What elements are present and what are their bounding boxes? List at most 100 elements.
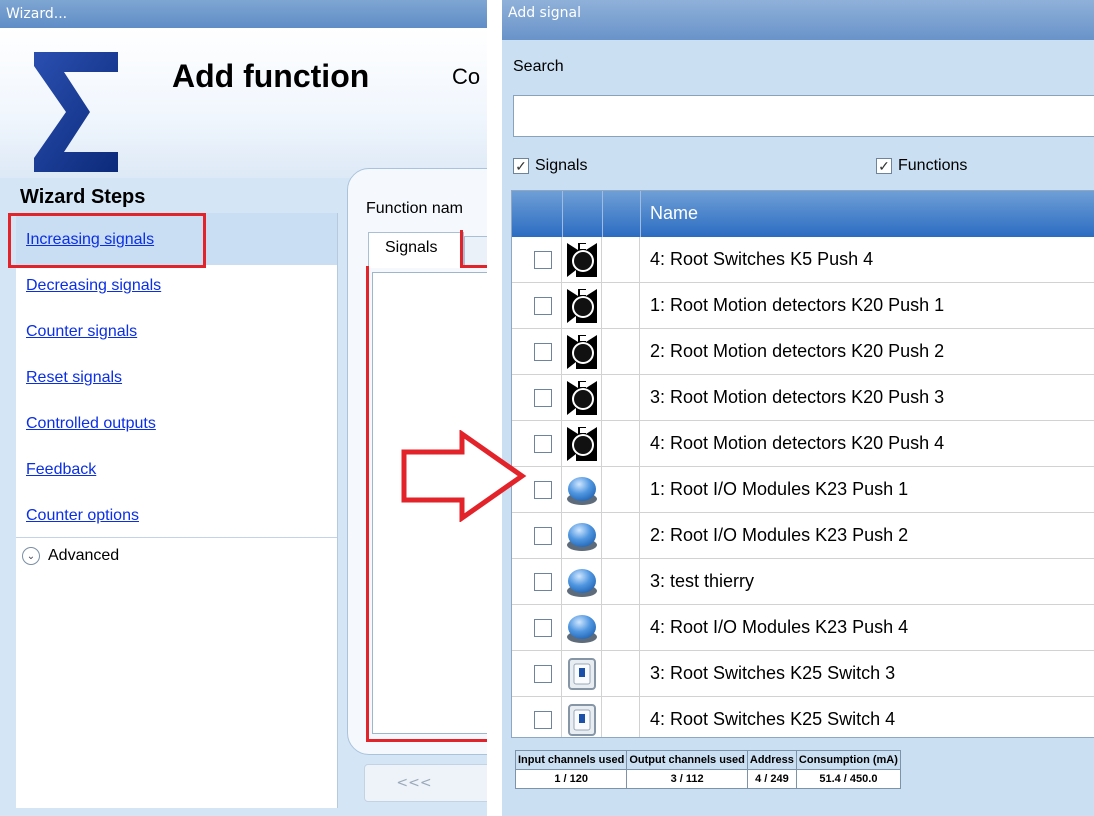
step-feedback[interactable]: Feedback <box>26 461 96 479</box>
row-checkbox[interactable] <box>534 389 552 407</box>
row-empty-cell <box>602 421 640 467</box>
row-name: 2: Root Motion detectors K20 Push 2 <box>650 341 945 361</box>
tab-signals[interactable]: Signals <box>368 232 464 268</box>
row-name: 2: Root I/O Modules K23 Push 2 <box>650 525 909 545</box>
table-row[interactable]: 2: Root I/O Modules K23 Push 2 <box>512 513 1094 559</box>
row-name: 1: Root I/O Modules K23 Push 1 <box>650 479 909 499</box>
wizard-window: Wizard... Add function Co Wizard Steps I… <box>0 0 487 816</box>
status-table: Input channels used Output channels used… <box>514 750 901 789</box>
row-icon-cell <box>562 421 602 467</box>
row-checkbox[interactable] <box>534 435 552 453</box>
wizard-steps-list: Increasing signals Decreasing signals Co… <box>16 213 338 808</box>
row-name: 1: Root Motion detectors K20 Push 1 <box>650 295 945 315</box>
status-header: Address <box>746 750 797 770</box>
status-header: Input channels used <box>514 750 628 770</box>
page-title: Add function <box>172 58 370 94</box>
row-empty-cell <box>602 329 640 375</box>
table-row[interactable]: 3: Root Motion detectors K20 Push 3 <box>512 375 1094 421</box>
row-empty-cell <box>602 697 640 737</box>
table-row[interactable]: 4: Root Switches K25 Switch 4 <box>512 697 1094 737</box>
step-counter-options[interactable]: Counter options <box>26 507 139 525</box>
functions-checkbox[interactable]: ✓ <box>876 158 892 174</box>
wizard-steps-heading: Wizard Steps <box>20 186 146 208</box>
row-select-cell <box>512 329 562 375</box>
highlight-box-step <box>8 213 206 268</box>
annotation-line <box>460 230 463 268</box>
search-input[interactable] <box>513 95 1094 137</box>
table-row[interactable]: 1: Root I/O Modules K23 Push 1 <box>512 467 1094 513</box>
row-checkbox[interactable] <box>534 573 552 591</box>
step-decreasing-signals[interactable]: Decreasing signals <box>26 277 161 295</box>
table-row[interactable]: 3: test thierry <box>512 559 1094 605</box>
row-checkbox[interactable] <box>534 297 552 315</box>
row-select-cell <box>512 237 562 283</box>
tab-secondary[interactable] <box>464 236 487 268</box>
table-row[interactable]: 3: Root Switches K25 Switch 3 <box>512 651 1094 697</box>
status-value: 1 / 120 <box>514 769 628 789</box>
function-name-label: Function nam <box>366 200 463 217</box>
row-checkbox[interactable] <box>534 711 552 729</box>
advanced-expander[interactable]: ⌄ Advanced <box>22 547 119 565</box>
functions-filter-label: Functions <box>898 157 968 174</box>
row-checkbox[interactable] <box>534 619 552 637</box>
row-icon-cell <box>562 329 602 375</box>
step-reset-signals[interactable]: Reset signals <box>26 369 122 387</box>
header-empty-column <box>602 191 641 237</box>
annotation-line <box>366 266 369 742</box>
row-name: 4: Root Motion detectors K20 Push 4 <box>650 433 945 453</box>
row-name: 4: Root I/O Modules K23 Push 4 <box>650 617 909 637</box>
table-row[interactable]: 4: Root Motion detectors K20 Push 4 <box>512 421 1094 467</box>
row-empty-cell <box>602 651 640 697</box>
table-row[interactable]: 4: Root I/O Modules K23 Push 4 <box>512 605 1094 651</box>
row-empty-cell <box>602 605 640 651</box>
row-select-cell <box>512 375 562 421</box>
table-row[interactable]: 4: Root Switches K5 Push 4 <box>512 237 1094 283</box>
row-empty-cell <box>602 559 640 605</box>
add-signal-titlebar: Add signal <box>502 0 1094 40</box>
advanced-label: Advanced <box>48 547 120 564</box>
search-label: Search <box>513 58 564 75</box>
row-select-cell <box>512 559 562 605</box>
row-name: 4: Root Switches K5 Push 4 <box>650 249 874 269</box>
row-icon-cell <box>562 283 602 329</box>
page-subtitle: Co <box>452 64 481 89</box>
row-icon-cell <box>562 651 602 697</box>
row-checkbox[interactable] <box>534 665 552 683</box>
status-value: 3 / 112 <box>626 769 748 789</box>
row-select-cell <box>512 283 562 329</box>
row-select-cell <box>512 605 562 651</box>
row-checkbox[interactable] <box>534 481 552 499</box>
row-checkbox[interactable] <box>534 251 552 269</box>
table-row[interactable]: 2: Root Motion detectors K20 Push 2 <box>512 329 1094 375</box>
row-empty-cell <box>602 513 640 559</box>
table-row[interactable]: 1: Root Motion detectors K20 Push 1 <box>512 283 1094 329</box>
step-controlled-outputs[interactable]: Controlled outputs <box>26 415 156 433</box>
sigma-logo-icon <box>34 52 118 172</box>
row-empty-cell <box>602 237 640 283</box>
wizard-titlebar: Wizard... <box>0 0 487 28</box>
row-checkbox[interactable] <box>534 527 552 545</box>
signals-filter[interactable]: ✓ Signals <box>513 157 587 175</box>
step-counter-signals[interactable]: Counter signals <box>26 323 137 341</box>
header-select-column <box>512 191 563 237</box>
annotation-arrow-icon <box>401 430 527 522</box>
signals-checkbox[interactable]: ✓ <box>513 158 529 174</box>
add-signal-window: Add signal Search ✓ Signals ✓ Functions … <box>502 0 1094 816</box>
advanced-divider <box>16 537 337 538</box>
row-empty-cell <box>602 375 640 421</box>
row-icon-cell <box>562 375 602 421</box>
row-icon-cell <box>562 467 602 513</box>
row-name: 4: Root Switches K25 Switch 4 <box>650 709 896 729</box>
row-empty-cell <box>602 283 640 329</box>
row-icon-cell <box>562 605 602 651</box>
status-value: 51.4 / 450.0 <box>795 769 901 789</box>
status-header: Consumption (mA) <box>795 750 901 770</box>
signals-filter-label: Signals <box>535 157 588 174</box>
functions-filter[interactable]: ✓ Functions <box>876 157 967 175</box>
row-empty-cell <box>602 467 640 513</box>
row-checkbox[interactable] <box>534 343 552 361</box>
back-button[interactable]: <<< <box>364 764 487 802</box>
row-name: 3: test thierry <box>650 571 755 591</box>
row-name: 3: Root Switches K25 Switch 3 <box>650 663 896 683</box>
header-name[interactable]: Name <box>650 203 698 224</box>
